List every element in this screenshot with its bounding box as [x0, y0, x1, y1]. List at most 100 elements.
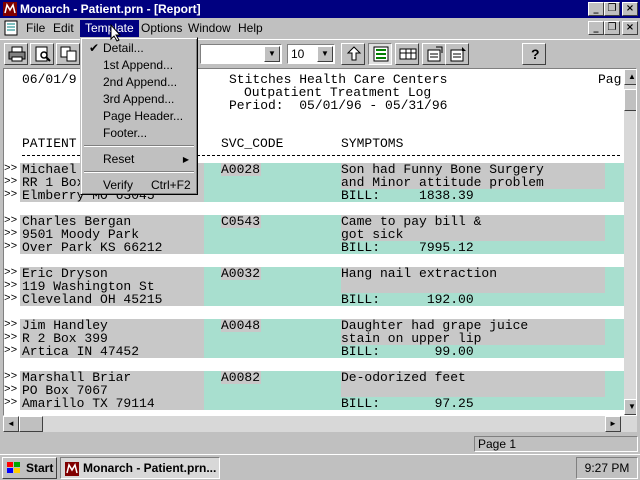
system-tray-clock[interactable]: 9:27 PM [576, 457, 638, 479]
svc-code: A0028 [221, 162, 261, 177]
row-marker-icon: >> [4, 280, 18, 292]
title-bar: Monarch - Patient.prn - [Report] _ ❐ × [0, 0, 640, 18]
window-title: Monarch - Patient.prn - [Report] [20, 2, 201, 16]
menu-item-shortcut: Ctrl+F2 [151, 178, 191, 192]
menu-item-label: Reset [103, 152, 135, 166]
doc-close-icon[interactable]: × [622, 21, 638, 35]
status-page: Page 1 [474, 436, 638, 452]
report-view-button[interactable] [368, 43, 392, 65]
minimize-icon[interactable]: _ [588, 2, 604, 16]
row-marker-icon: >> [4, 215, 18, 227]
taskbar-item-monarch[interactable]: Monarch - Patient.prn... [60, 457, 220, 479]
menu-item-label: 3rd Append... [103, 92, 175, 106]
menu-item-3rd-append[interactable]: 3rd Append... [83, 91, 195, 108]
menu-window[interactable]: Window [183, 20, 236, 37]
table-view-icon [399, 48, 417, 60]
column-patient: PATIENT [22, 136, 77, 151]
scroll-left-icon[interactable]: ◄ [3, 416, 19, 432]
row-marker-icon: >> [4, 332, 18, 344]
extract-button[interactable] [341, 43, 365, 65]
help-button[interactable]: ? [522, 43, 546, 65]
monarch-app-icon[interactable] [2, 1, 18, 17]
preview-icon [35, 46, 51, 62]
scroll-thumb[interactable] [624, 89, 636, 111]
hscroll-thumb[interactable] [19, 416, 43, 432]
menu-item-detail[interactable]: ✔ Detail... [83, 40, 195, 57]
table-view-button[interactable] [395, 43, 419, 65]
row-marker-icon: >> [4, 345, 18, 357]
close-icon[interactable]: × [622, 2, 638, 16]
chevron-down-icon[interactable]: ▼ [264, 46, 280, 62]
row-marker-icon: >> [4, 319, 18, 331]
sort-icon [450, 47, 466, 62]
taskbar: Start Monarch - Patient.prn... 9:27 PM [0, 454, 640, 480]
font-size-combo[interactable]: 10 ▼ [287, 44, 335, 64]
summary-icon [427, 46, 443, 62]
record-block[interactable]: >> >> >> Eric Dryson 119 Washington St Clevel… [4, 267, 624, 319]
patient-city: Cleveland OH 45215 [22, 292, 163, 307]
menu-item-1st-append[interactable]: 1st Append... [83, 57, 195, 74]
menu-file[interactable]: File [21, 20, 50, 37]
menu-item-label: 2nd Append... [103, 75, 178, 89]
scroll-up-icon[interactable]: ▲ [624, 69, 636, 85]
row-marker-icon: >> [4, 371, 18, 383]
patient-city: Over Park KS 66212 [22, 240, 163, 255]
print-button[interactable] [4, 43, 28, 65]
menu-item-footer[interactable]: Footer... [83, 125, 195, 142]
bill-amount: BILL: 1838.39 [341, 188, 474, 203]
doc-minimize-icon[interactable]: _ [588, 21, 604, 35]
menu-item-reset[interactable]: Reset ▶ [83, 151, 195, 168]
copy-icon [60, 46, 77, 62]
symptom-line-1: Hang nail extraction [341, 266, 498, 281]
row-marker-icon: >> [4, 163, 18, 175]
svc-code: A0082 [221, 370, 261, 385]
monarch-task-icon [65, 462, 79, 476]
menu-item-page-header[interactable]: Page Header... [83, 108, 195, 125]
row-marker-icon: >> [4, 293, 18, 305]
column-svc-code: SVC_CODE [221, 136, 284, 151]
report-period: Period: 05/01/96 - 05/31/96 [229, 98, 448, 113]
report-view-icon [373, 46, 389, 62]
windows-logo-icon [7, 462, 20, 473]
report-date: 06/01/9 [22, 72, 77, 87]
chevron-down-icon[interactable]: ▼ [317, 46, 333, 62]
record-block[interactable]: >> >> >> Charles Bergan 9501 Moody Park Over … [4, 215, 624, 267]
bill-amount: BILL: 97.25 [341, 396, 474, 411]
record-block[interactable]: >> >> >> Jim Handley R 2 Box 399 Artica IN 47… [4, 319, 624, 371]
doc-restore-icon[interactable]: ❐ [604, 21, 620, 35]
document-menu-icon[interactable] [3, 20, 19, 36]
menu-item-label: Verify [103, 178, 134, 192]
row-marker-icon: >> [4, 189, 18, 201]
menu-item-label: Footer... [103, 126, 148, 140]
row-marker-icon: >> [4, 176, 18, 188]
row-marker-icon: >> [4, 241, 18, 253]
submenu-arrow-icon: ▶ [182, 155, 189, 164]
row-marker-icon: >> [4, 397, 18, 409]
record-block[interactable]: >> >> >> Marshall Briar PO Box 7067 Amarillo … [4, 370, 624, 415]
column-symptoms: SYMPTOMS [341, 136, 404, 151]
horizontal-scrollbar[interactable]: ◄ ► [3, 416, 637, 432]
sort-button[interactable] [445, 43, 469, 65]
scroll-right-icon[interactable]: ► [605, 416, 621, 432]
menu-options[interactable]: Options [136, 20, 187, 37]
menu-item-2nd-append[interactable]: 2nd Append... [83, 74, 195, 91]
print-preview-button[interactable] [30, 43, 54, 65]
vertical-scrollbar[interactable]: ▲ ▼ [624, 69, 636, 415]
menu-edit[interactable]: Edit [48, 20, 79, 37]
report-page-label: Pag [598, 72, 622, 87]
status-bar: Page 1 [0, 434, 640, 454]
restore-icon[interactable]: ❐ [604, 2, 620, 16]
scroll-down-icon[interactable]: ▼ [624, 399, 636, 415]
patient-city: Artica IN 47452 [22, 344, 140, 359]
start-label: Start [26, 461, 54, 475]
start-button[interactable]: Start [2, 457, 57, 479]
mouse-cursor-icon [110, 24, 122, 42]
menu-help[interactable]: Help [233, 20, 268, 37]
template-menu: ✔ Detail... 1st Append... 2nd Append... … [80, 37, 198, 195]
menu-item-verify[interactable]: Verify Ctrl+F2 [83, 177, 195, 194]
help-question-icon: ? [531, 46, 540, 62]
bill-amount: BILL: 192.00 [341, 292, 474, 307]
summary-button[interactable] [422, 43, 446, 65]
copy-button[interactable] [56, 43, 80, 65]
font-combo[interactable]: ▼ [200, 44, 282, 64]
